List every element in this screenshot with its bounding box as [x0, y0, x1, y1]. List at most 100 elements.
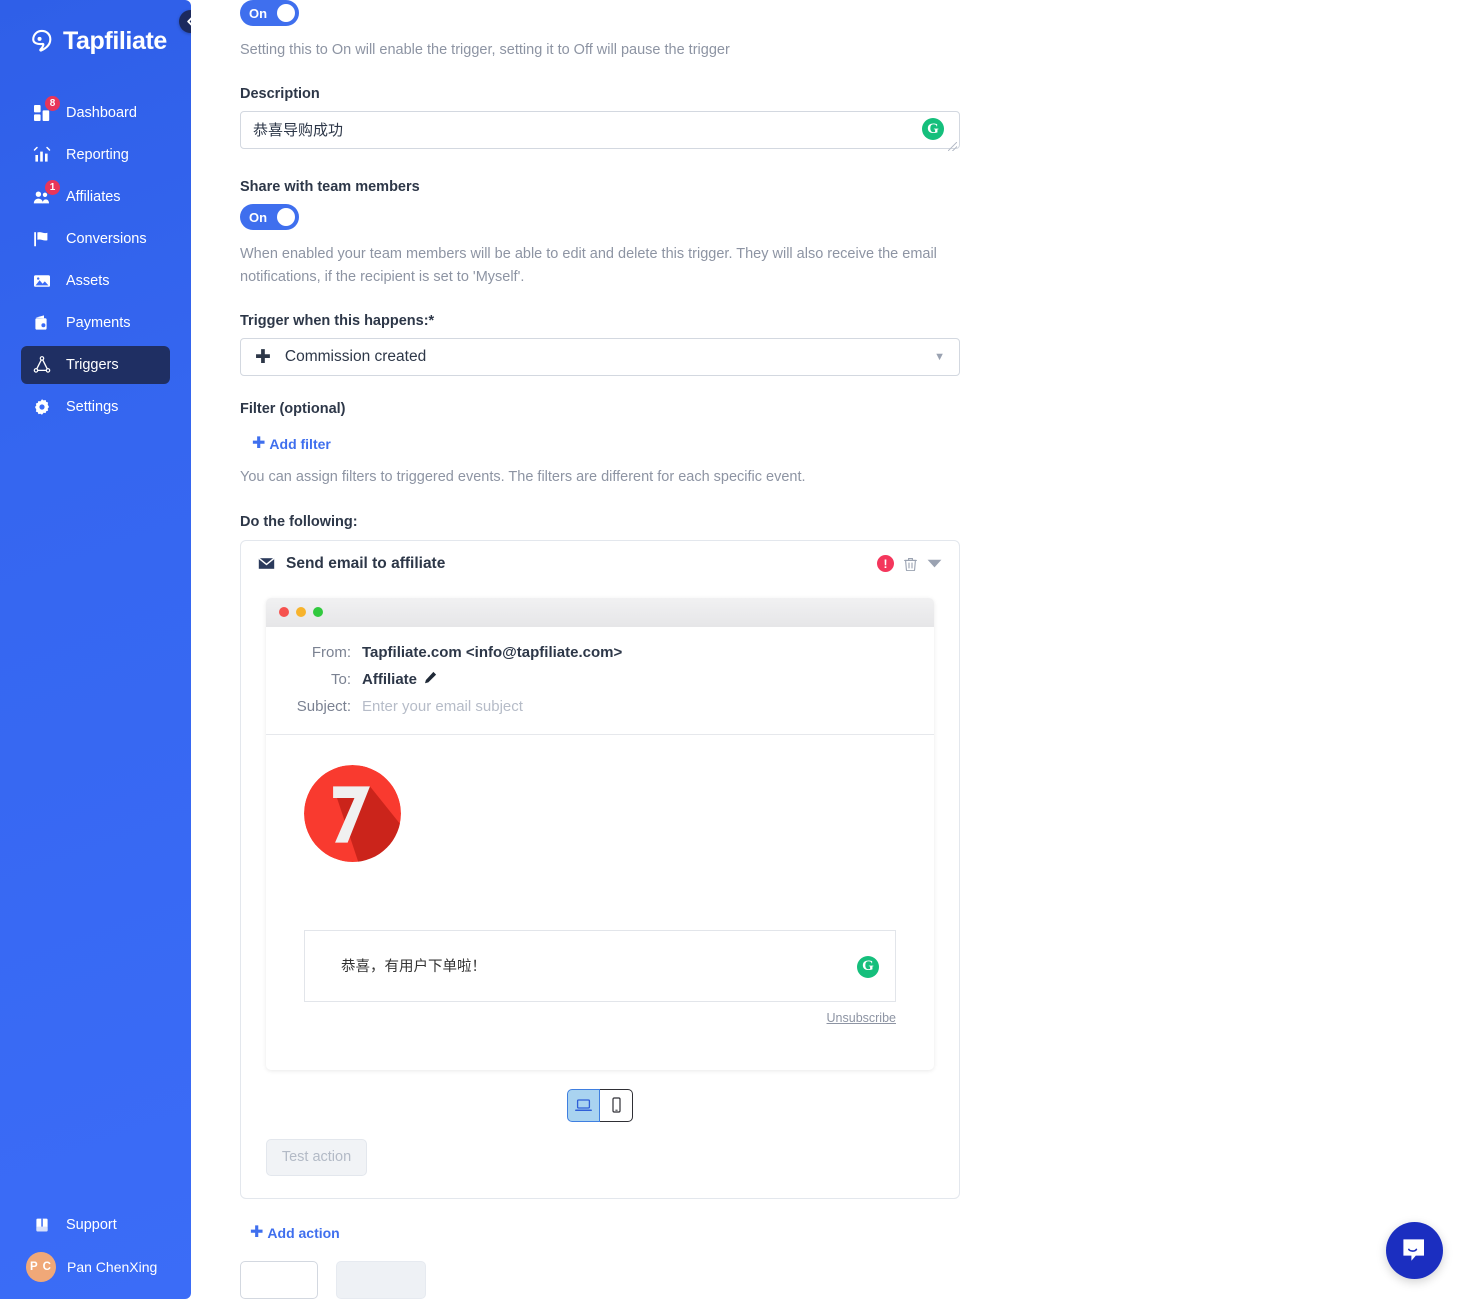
description-input[interactable]	[240, 111, 960, 150]
chat-bubble-icon	[1403, 1238, 1424, 1261]
email-subject-row: Subject: Enter your email subject	[266, 693, 934, 720]
app-root: Tapfiliate 8 Dashboard Reporting 1 Affil…	[0, 0, 1471, 1299]
wallet-icon	[32, 313, 52, 333]
filter-hint: You can assign filters to triggered even…	[240, 469, 806, 486]
red-seven-logo	[304, 764, 401, 862]
window-maximize-dot[interactable]	[313, 607, 323, 618]
trigger-event-select[interactable]: ✚ Commission created ▼	[240, 338, 960, 377]
from-value: Tapfiliate.com <info@tapfiliate.com>	[362, 643, 623, 661]
sidebar-item-label: Dashboard	[66, 105, 137, 121]
share-hint: When enabled your team members will be a…	[240, 246, 937, 285]
sidebar-nav: 8 Dashboard Reporting 1 Affiliates Conve…	[0, 94, 191, 426]
book-icon	[32, 1215, 52, 1235]
test-action-button[interactable]: Test action	[266, 1138, 367, 1176]
sidebar-item-payments[interactable]: Payments	[21, 304, 170, 342]
window-close-dot[interactable]	[279, 607, 289, 618]
sidebar-item-affiliates[interactable]: 1 Affiliates	[21, 178, 170, 216]
phone-icon[interactable]	[600, 1088, 633, 1122]
intercom-launcher[interactable]	[1386, 1222, 1443, 1279]
sidebar-item-conversions[interactable]: Conversions	[21, 220, 170, 258]
grammarly-icon[interactable]: G	[857, 955, 879, 978]
sidebar-item-assets[interactable]: Assets	[21, 262, 170, 300]
sidebar-item-label: Assets	[66, 273, 110, 289]
tapfiliate-mark-icon	[32, 29, 52, 52]
do-following-label: Do the following:	[240, 513, 358, 530]
email-headers: From: Tapfiliate.com <info@tapfiliate.co…	[266, 627, 934, 730]
pencil-icon[interactable]	[424, 671, 437, 687]
image-icon	[32, 271, 52, 291]
trigger-event-label: Trigger when this happens:*	[240, 313, 435, 330]
add-action-button[interactable]: ✚ Add action	[250, 1223, 340, 1241]
action-title: Send email to affiliate	[286, 554, 446, 572]
laptop-icon[interactable]	[567, 1088, 600, 1122]
user-name: Pan ChenXing	[67, 1259, 158, 1275]
subject-input[interactable]: Enter your email subject	[362, 698, 523, 715]
toggle-label: On	[249, 209, 268, 225]
email-message-text: 恭喜，有用户下单啦！	[341, 959, 486, 976]
action-card-header: Send email to affiliate !	[241, 541, 959, 579]
email-body: 恭喜，有用户下单啦！ G Unsubscribe	[266, 735, 934, 1070]
support-label: Support	[66, 1217, 117, 1233]
toggle-knob	[277, 208, 295, 227]
sidebar-item-label: Conversions	[66, 231, 147, 247]
sidebar-footer: Support P C Pan ChenXing	[0, 1209, 191, 1285]
sidebar-item-label: Affiliates	[66, 189, 121, 205]
share-label: Share with team members	[240, 179, 420, 196]
action-card: Send email to affiliate ! From: Tapfilia…	[240, 539, 960, 1199]
gear-icon	[32, 397, 52, 417]
sidebar-user[interactable]: P C Pan ChenXing	[21, 1249, 170, 1285]
toggle-knob	[277, 4, 295, 22]
trigger-event-value: Commission created	[284, 348, 427, 366]
description-label: Description	[240, 86, 320, 103]
unsubscribe-link[interactable]: Unsubscribe	[304, 1011, 896, 1025]
sidebar-item-triggers[interactable]: Triggers	[21, 346, 170, 384]
chevron-down-icon: ▼	[934, 351, 945, 364]
email-from-row: From: Tapfiliate.com <info@tapfiliate.co…	[266, 639, 934, 666]
filter-label: Filter (optional)	[240, 401, 346, 418]
sidebar-item-dashboard[interactable]: 8 Dashboard	[21, 94, 170, 132]
flag-icon	[32, 229, 52, 249]
main-content: On Setting this to On will enable the tr…	[191, 0, 1471, 1299]
email-message-box[interactable]: 恭喜，有用户下单啦！ G	[304, 929, 896, 1002]
trigger-status-hint: Setting this to On will enable the trigg…	[240, 42, 730, 58]
sidebar-item-label: Triggers	[66, 357, 119, 373]
email-preview-window: From: Tapfiliate.com <info@tapfiliate.co…	[266, 597, 934, 1070]
sidebar-item-support[interactable]: Support	[21, 1209, 170, 1241]
window-titlebar	[266, 597, 934, 627]
share-toggle[interactable]: On	[240, 204, 299, 231]
sidebar-item-label: Payments	[66, 315, 131, 331]
caret-down-icon[interactable]	[927, 559, 942, 568]
add-filter-label: Add filter	[269, 436, 331, 453]
alert-exclamation-icon[interactable]: !	[877, 555, 894, 573]
textarea-resize-handle[interactable]	[948, 142, 957, 152]
sidebar-item-label: Reporting	[66, 147, 129, 163]
email-to-row: To: Affiliate	[266, 666, 934, 693]
description-field-wrap: G	[240, 111, 960, 154]
device-preview-toggle	[241, 1088, 959, 1122]
primary-button[interactable]	[336, 1260, 426, 1299]
trigger-status-toggle[interactable]: On	[240, 0, 299, 26]
sidebar: Tapfiliate 8 Dashboard Reporting 1 Affil…	[0, 0, 202, 1299]
plus-icon: ✚	[252, 435, 266, 453]
trash-icon[interactable]	[904, 557, 917, 571]
action-card-controls: !	[877, 555, 942, 573]
bar-chart-icon	[32, 145, 52, 165]
sidebar-item-settings[interactable]: Settings	[21, 388, 170, 426]
avatar: P C	[26, 1252, 56, 1282]
form-action-buttons	[240, 1260, 1010, 1299]
badge-dashboard: 8	[45, 96, 60, 111]
add-filter-button[interactable]: ✚ Add filter	[252, 435, 331, 453]
triangle-node-icon	[32, 355, 52, 375]
dashboard-icon: 8	[32, 96, 60, 123]
plus-icon: ✚	[250, 1223, 264, 1241]
to-label: To:	[330, 670, 351, 688]
secondary-button[interactable]	[240, 1260, 318, 1299]
sidebar-item-reporting[interactable]: Reporting	[21, 136, 170, 174]
brand-name: Tapfiliate	[63, 27, 167, 55]
badge-affiliates: 1	[45, 180, 60, 195]
sidebar-item-label: Settings	[66, 399, 119, 415]
window-minimize-dot[interactable]	[296, 607, 306, 618]
people-icon: 1	[32, 180, 60, 207]
from-label: From:	[311, 643, 351, 661]
brand-logo[interactable]: Tapfiliate	[0, 0, 191, 56]
